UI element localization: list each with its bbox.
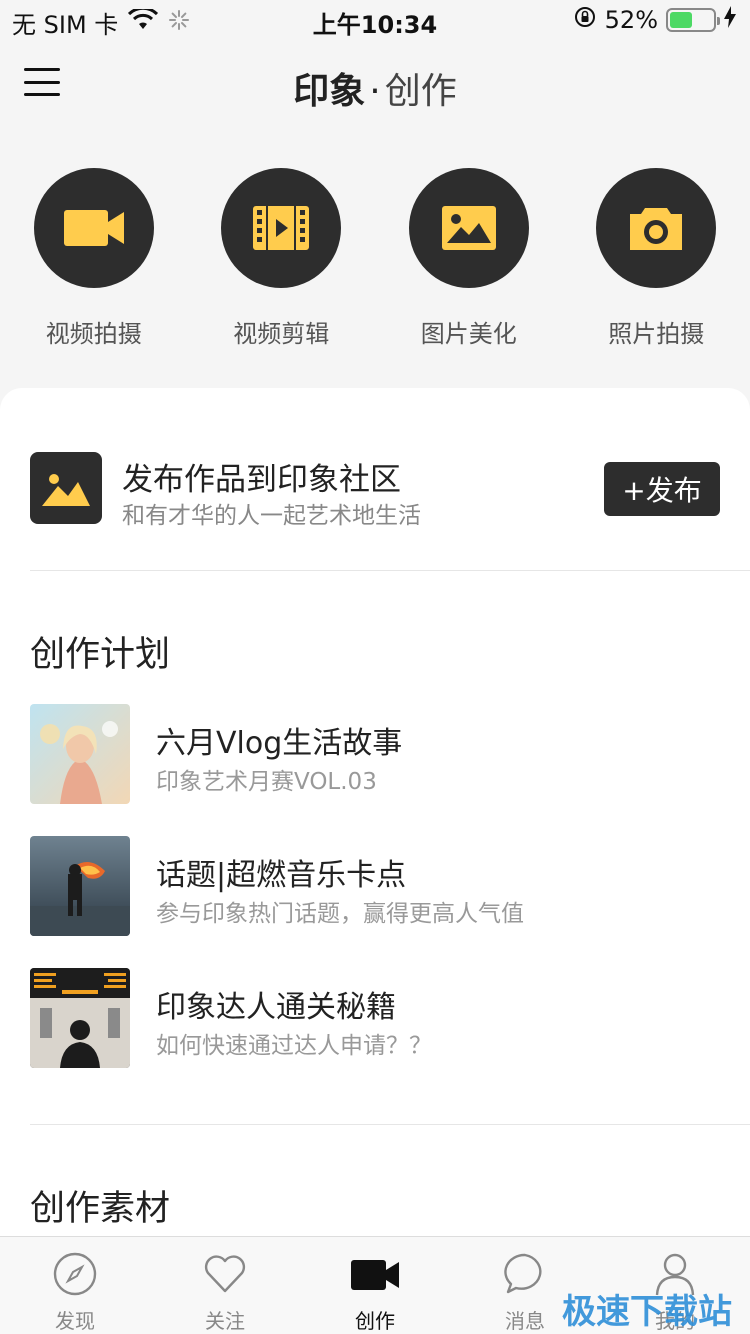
publish-banner: 发布作品到印象社区 和有才华的人一起艺术地生活 +发布 xyxy=(30,452,720,529)
tool-video-shoot[interactable]: 视频拍摄 xyxy=(0,168,188,349)
orientation-lock-icon xyxy=(573,5,597,35)
tab-follow[interactable]: 关注 xyxy=(150,1237,300,1334)
battery-percent: 52% xyxy=(604,6,658,34)
plan-item-subtitle: 印象艺术月赛VOL.03 xyxy=(156,769,377,795)
watermark-logo: 极速下载站 xyxy=(562,1292,732,1332)
plan-item[interactable]: 六月Vlog生活故事 印象艺术月赛VOL.03 xyxy=(30,704,730,804)
gallery-icon xyxy=(30,452,102,524)
divider xyxy=(30,570,750,571)
tool-label: 视频剪辑 xyxy=(233,320,330,348)
creation-tools: 视频拍摄 视频剪辑 图片美化 照片拍摄 xyxy=(0,168,750,349)
plan-thumbnail-portrait xyxy=(30,704,130,804)
tab-label: 创作 xyxy=(355,1309,395,1333)
plan-thumbnail-station xyxy=(30,968,130,1068)
navigation-bar: 印象 · 创作 xyxy=(0,48,750,120)
tab-create[interactable]: 创作 xyxy=(300,1237,450,1334)
page-title-dot: · xyxy=(369,71,381,112)
page-title-brand: 印象 xyxy=(293,71,366,112)
materials-section-title: 创作素材 xyxy=(30,1189,171,1229)
tool-label: 视频拍摄 xyxy=(45,320,142,348)
film-icon xyxy=(221,168,342,288)
plan-item-title: 话题|超燃音乐卡点 xyxy=(156,858,407,893)
compass-icon xyxy=(52,1251,98,1301)
publish-button[interactable]: +发布 xyxy=(604,462,720,516)
tool-video-edit[interactable]: 视频剪辑 xyxy=(188,168,376,349)
charging-bolt-icon xyxy=(724,6,736,34)
plan-item-title: 六月Vlog生活故事 xyxy=(156,726,403,761)
video-camera-icon xyxy=(350,1251,400,1301)
heart-icon xyxy=(202,1251,248,1301)
tab-label: 消息 xyxy=(505,1309,545,1333)
tab-label: 发现 xyxy=(55,1309,95,1333)
tool-photo-shoot[interactable]: 照片拍摄 xyxy=(563,168,750,349)
page-title-section: 创作 xyxy=(384,71,457,112)
status-right: 52% xyxy=(573,5,736,35)
plan-item-subtitle: 参与印象热门话题，赢得更高人气值 xyxy=(156,901,524,927)
battery-icon xyxy=(666,8,720,32)
page-title: 印象 · 创作 xyxy=(0,62,750,114)
plan-item-subtitle: 如何快速通过达人申请？？ xyxy=(156,1033,432,1059)
tool-image-beautify[interactable]: 图片美化 xyxy=(375,168,563,349)
plan-section-title: 创作计划 xyxy=(30,635,171,675)
publish-title: 发布作品到印象社区 xyxy=(122,462,401,498)
tab-discover[interactable]: 发现 xyxy=(0,1237,150,1334)
image-icon xyxy=(408,168,529,288)
camera-icon xyxy=(596,168,717,288)
publish-subtitle: 和有才华的人一起艺术地生活 xyxy=(122,503,421,529)
divider xyxy=(30,1124,750,1125)
status-bar: 无 SIM 卡 上午10:34 52% xyxy=(0,0,750,40)
tool-label: 图片美化 xyxy=(420,320,517,348)
plan-item-title: 印象达人通关秘籍 xyxy=(156,990,396,1025)
tool-label: 照片拍摄 xyxy=(608,320,705,348)
tab-label: 关注 xyxy=(205,1309,245,1333)
content-card: 发布作品到印象社区 和有才华的人一起艺术地生活 +发布 创作计划 六月Vlog生… xyxy=(0,388,750,1334)
video-camera-icon xyxy=(33,168,154,288)
chat-bubble-icon xyxy=(502,1251,548,1301)
plan-item[interactable]: 话题|超燃音乐卡点 参与印象热门话题，赢得更高人气值 xyxy=(30,836,730,936)
plan-thumbnail-fire xyxy=(30,836,130,936)
plan-item[interactable]: 印象达人通关秘籍 如何快速通过达人申请？？ xyxy=(30,968,730,1068)
